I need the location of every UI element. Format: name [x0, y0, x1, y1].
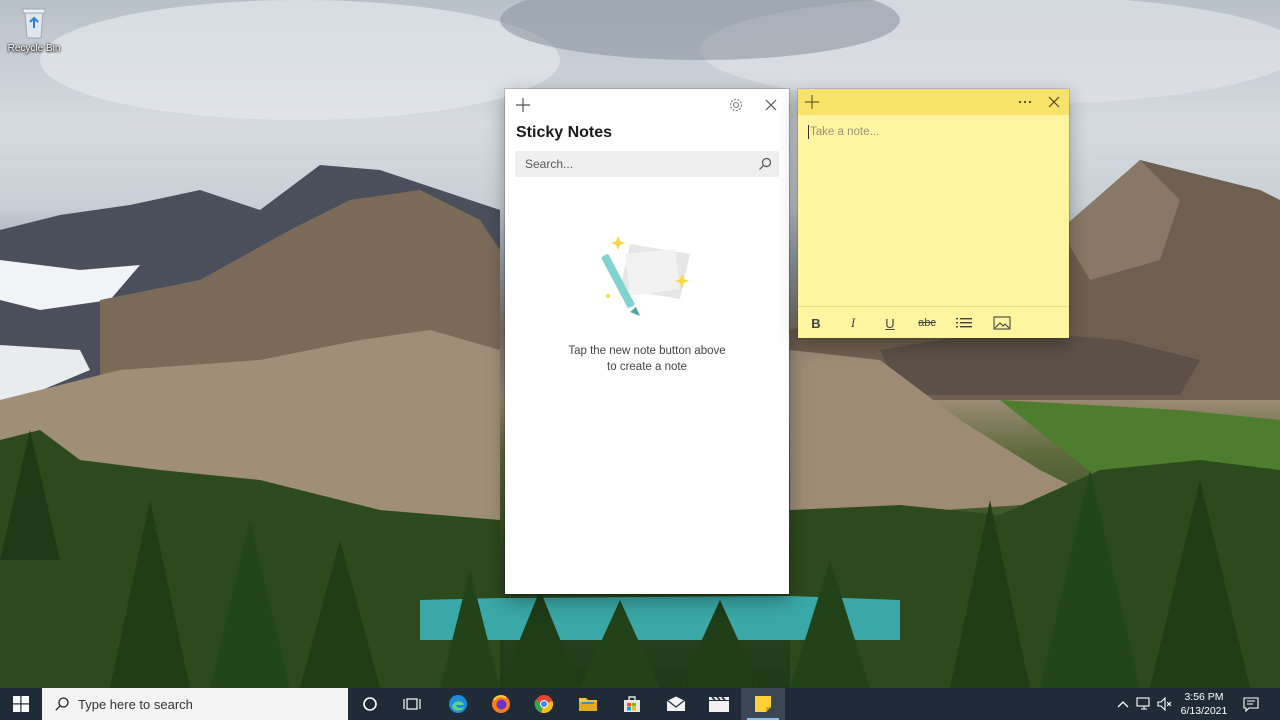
more-icon	[1018, 100, 1032, 104]
note-text-area[interactable]: Take a note...	[808, 125, 879, 139]
note-titlebar[interactable]	[798, 89, 1069, 115]
folder-icon	[579, 698, 597, 711]
plus-icon	[516, 98, 530, 112]
taskbar-mail[interactable]	[654, 688, 698, 720]
search-icon	[55, 697, 69, 711]
sticky-note-window: Take a note... B I U abc	[798, 89, 1069, 338]
taskbar-firefox[interactable]	[479, 688, 523, 720]
close-icon	[765, 99, 777, 111]
taskbar-search-box[interactable]: Type here to search	[42, 688, 348, 720]
taskbar-edge[interactable]	[436, 688, 480, 720]
chrome-icon	[534, 695, 554, 714]
empty-notes-illustration	[600, 234, 695, 319]
bold-button[interactable]: B	[806, 314, 826, 332]
recycle-bin-icon	[19, 6, 49, 40]
recycle-bin-label: Recycle Bin	[7, 43, 61, 54]
cortana-button[interactable]	[348, 688, 392, 720]
note-format-toolbar: B I U abc	[798, 306, 1069, 338]
settings-button[interactable]	[726, 95, 746, 115]
notification-icon	[1243, 697, 1259, 712]
taskbar: Type here to search 3:56 PM 6/13/2021	[0, 688, 1280, 720]
gear-icon	[729, 98, 743, 112]
taskbar-video-editor[interactable]	[697, 688, 741, 720]
empty-message-line2: to create a note	[607, 361, 687, 373]
new-note-button[interactable]	[513, 95, 533, 115]
volume-button[interactable]	[1157, 696, 1173, 712]
start-button[interactable]	[0, 688, 42, 720]
clapperboard-icon	[709, 696, 729, 712]
strikethrough-button[interactable]: abc	[912, 314, 942, 332]
bullets-button[interactable]	[954, 314, 974, 332]
search-button[interactable]	[757, 156, 773, 172]
mail-icon	[666, 696, 686, 711]
image-icon	[993, 316, 1011, 330]
search-icon	[759, 157, 772, 170]
show-hidden-icons-button[interactable]	[1115, 696, 1131, 712]
clock-date: 6/13/2021	[1180, 705, 1228, 717]
task-view-button[interactable]	[390, 688, 434, 720]
taskbar-clock[interactable]: 3:56 PM 6/13/2021	[1174, 690, 1234, 718]
volume-muted-icon	[1157, 697, 1172, 711]
italic-button[interactable]: I	[843, 314, 863, 332]
app-title: Sticky Notes	[516, 124, 613, 141]
sticky-notes-list-window: Sticky Notes Tap the new note button abo…	[505, 89, 789, 594]
add-image-button[interactable]	[992, 314, 1012, 332]
chevron-up-icon	[1117, 701, 1129, 708]
sticky-notes-icon	[755, 696, 771, 712]
network-button[interactable]	[1136, 696, 1152, 712]
clock-time: 3:56 PM	[1184, 691, 1224, 703]
search-box	[515, 151, 779, 177]
windows-logo-icon	[13, 696, 29, 712]
note-new-button[interactable]	[802, 92, 822, 112]
note-menu-button[interactable]	[1015, 92, 1035, 112]
list-titlebar	[505, 89, 789, 121]
plus-icon	[805, 95, 819, 109]
cortana-icon	[363, 697, 377, 711]
underline-button[interactable]: U	[880, 314, 900, 332]
recycle-bin[interactable]: Recycle Bin	[4, 6, 64, 54]
search-input[interactable]	[515, 151, 751, 177]
empty-state-message: Tap the new note button above to create …	[505, 343, 789, 375]
taskbar-search-placeholder: Type here to search	[78, 696, 193, 712]
taskbar-chrome[interactable]	[522, 688, 566, 720]
empty-message-line1: Tap the new note button above	[568, 345, 726, 357]
action-center-button[interactable]	[1243, 696, 1259, 712]
close-list-button[interactable]	[761, 95, 781, 115]
note-close-button[interactable]	[1044, 92, 1064, 112]
task-view-icon	[403, 698, 421, 710]
taskbar-file-explorer[interactable]	[566, 688, 610, 720]
close-icon	[1048, 96, 1060, 108]
taskbar-store[interactable]	[610, 688, 654, 720]
edge-icon	[449, 695, 467, 713]
bullets-icon	[956, 318, 972, 328]
network-icon	[1136, 697, 1150, 710]
taskbar-sticky-notes[interactable]	[741, 688, 785, 720]
store-icon	[624, 696, 640, 712]
firefox-icon	[492, 695, 510, 713]
